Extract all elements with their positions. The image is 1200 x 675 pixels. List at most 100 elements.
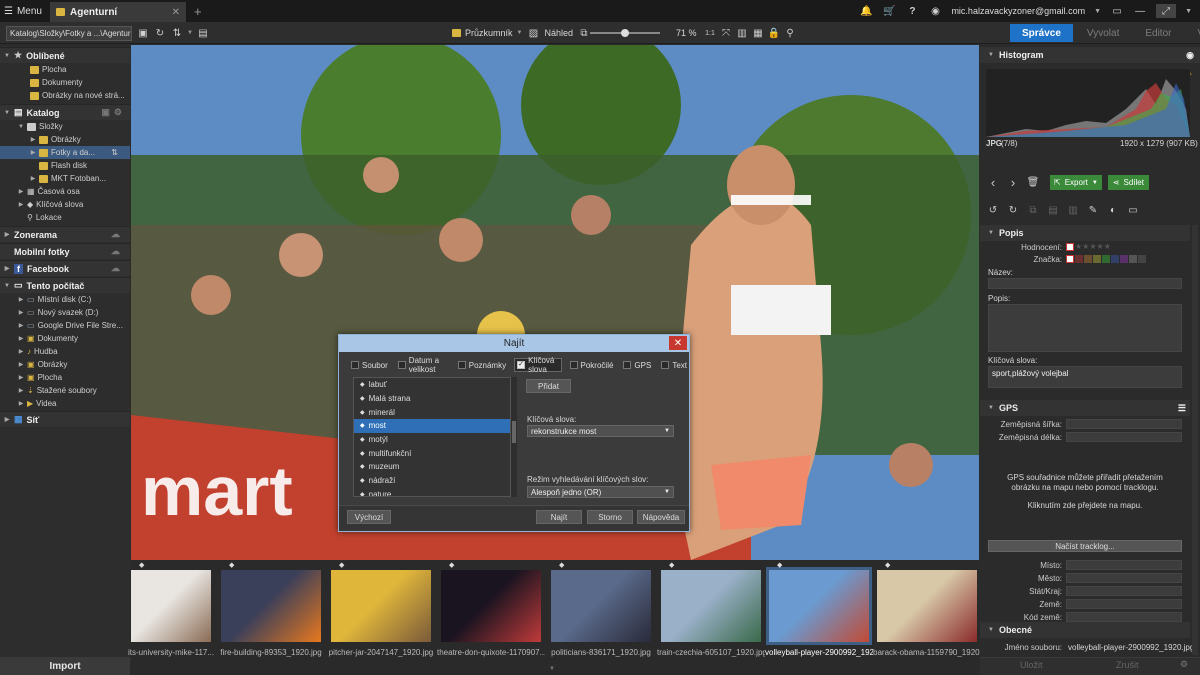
expand-icon[interactable]: ▶ — [18, 201, 24, 208]
pc-item[interactable]: ▶ ▶ Videa — [0, 397, 130, 410]
keyword-item[interactable]: ◆ multifunkční — [354, 446, 510, 460]
copy-icon[interactable]: ⧉ — [1026, 203, 1040, 217]
person-search-icon[interactable]: ⚲ — [783, 26, 797, 40]
place-field[interactable] — [1066, 586, 1182, 596]
star-icon[interactable]: ★★★★★ — [1075, 242, 1111, 251]
longitude-field[interactable] — [1066, 432, 1182, 442]
fit-icon[interactable]: ⤧ — [719, 26, 733, 40]
expand-icon[interactable]: ▶ — [30, 175, 36, 182]
collapse-icon[interactable]: ▼ — [18, 124, 24, 130]
previous-icon[interactable]: ‹ — [986, 175, 1000, 190]
zoom-slider-handle[interactable] — [621, 29, 629, 37]
expand-icon[interactable]: ▶ — [18, 309, 24, 316]
locations-item[interactable]: ⚲ Lokace — [0, 211, 130, 224]
keywords-field[interactable]: sport,plážový volejbal — [988, 366, 1182, 388]
keyword-item[interactable]: ◆ muzeum — [354, 460, 510, 474]
save-button[interactable]: Uložit — [1020, 660, 1043, 670]
expand-icon[interactable]: ▶ — [4, 265, 10, 272]
keyword-item[interactable]: ◆ Malá strana — [354, 392, 510, 406]
tab-checkbox[interactable] — [351, 361, 359, 369]
tab-checkbox[interactable] — [457, 361, 466, 369]
dialog-tab[interactable]: Poznámky — [456, 358, 508, 372]
collapse-icon[interactable]: ▼ — [4, 53, 10, 59]
refresh-icon[interactable]: ↻ — [153, 26, 167, 40]
filmstrip-thumb[interactable]: ◆ volleyball-player-2900992_192... — [765, 562, 873, 657]
gear-icon[interactable]: ⚙ — [1180, 659, 1188, 670]
gps-section[interactable]: ▼ GPS ☰ — [980, 400, 1190, 416]
share-button[interactable]: ⋖ Sdílet — [1107, 175, 1149, 190]
keyword-list-scroll-thumb[interactable] — [512, 421, 516, 443]
cancel-button[interactable]: Storno — [587, 510, 633, 524]
open-external-icon[interactable]: ⧉ — [577, 26, 591, 40]
mode-vytvorit[interactable]: Vytvořit — [1185, 24, 1200, 42]
folders-item[interactable]: ▼ Složky — [0, 120, 130, 133]
window-menu-icon[interactable]: ▼ — [1185, 8, 1192, 15]
favorite-item[interactable]: Dokumenty — [0, 76, 130, 89]
dialog-tab[interactable]: GPS — [621, 358, 653, 372]
fullscreen-icon[interactable]: ⤢ — [1156, 4, 1177, 18]
keyword-list-scrollbar[interactable] — [511, 377, 517, 497]
keywords-dropdown[interactable]: rekonstrukce most ▼ — [527, 425, 674, 437]
expand-icon[interactable]: ▶ — [30, 149, 36, 156]
keyword-item[interactable]: ◆ nádraží — [354, 474, 510, 488]
blue-swatch[interactable] — [1111, 255, 1119, 263]
place-field[interactable] — [1066, 573, 1182, 583]
zonerama-section[interactable]: ▶ Zonerama ☁ — [0, 226, 130, 242]
sort-chevron-icon[interactable]: ▼ — [187, 30, 193, 36]
favorite-item[interactable]: Obrázky na nové strá... — [0, 89, 130, 102]
menu-icon[interactable]: ☰ — [1178, 403, 1190, 414]
mode-dropdown[interactable]: Alespoň jedno (OR) ▼ — [527, 486, 674, 498]
default-button[interactable]: Výchozí — [347, 510, 391, 524]
catalog-folder-selected[interactable]: ▶ Fotky a da... ⇅ — [0, 146, 130, 159]
orange-swatch[interactable] — [1084, 255, 1092, 263]
histogram-mode-icon[interactable]: ◉ — [1186, 50, 1200, 61]
pc-item[interactable]: ▶ ♪ Hudba — [0, 345, 130, 358]
grid-icon[interactable]: ▦ — [751, 26, 765, 40]
filmstrip-thumb[interactable]: ◆ its-university-mike-117... — [128, 562, 214, 657]
cart-icon[interactable]: 🛒 — [882, 4, 896, 18]
expand-icon[interactable]: ▶ — [18, 387, 24, 394]
gear-icon[interactable]: ⚙ — [114, 107, 130, 118]
account-email[interactable]: mic.halzavackyzoner@gmail.com — [951, 6, 1085, 16]
expand-icon[interactable]: ▶ — [18, 322, 24, 329]
latitude-field[interactable] — [1066, 419, 1182, 429]
no-color-swatch[interactable] — [1066, 255, 1074, 263]
yellow-swatch[interactable] — [1093, 255, 1101, 263]
place-field[interactable] — [1066, 560, 1182, 570]
keyword-item[interactable]: ◆ minerál — [354, 405, 510, 419]
green-swatch[interactable] — [1102, 255, 1110, 263]
no-rating-icon[interactable] — [1066, 242, 1074, 251]
tab-agenturni[interactable]: Agenturní ✕ — [49, 2, 186, 22]
keyword-item[interactable]: ◆ nature — [354, 488, 510, 496]
folder-nav-icon[interactable]: ▣ — [136, 26, 150, 40]
filmstrip-thumb[interactable]: ◆ train-czechia-605107_1920.jpg — [657, 562, 765, 657]
dialog-tab[interactable]: ✓ Klíčová slova — [514, 356, 562, 374]
sync-icon[interactable]: ⇅ — [111, 148, 130, 157]
mode-editor[interactable]: Editor — [1133, 24, 1183, 42]
actual-size-icon[interactable]: 1:1 — [703, 26, 717, 40]
mobile-section[interactable]: Mobilní fotky ☁ — [0, 243, 130, 259]
pc-item[interactable]: ▶ ⇣ Stažené soubory — [0, 384, 130, 397]
network-section[interactable]: ▶ ▦ Síť — [0, 411, 130, 427]
paste-icon[interactable]: ▤ — [1046, 203, 1060, 217]
find-button[interactable]: Najít — [536, 510, 582, 524]
dialog-tab[interactable]: Soubor — [349, 358, 390, 372]
mode-vyvolat[interactable]: Vyvolat — [1075, 24, 1131, 42]
dialog-tab[interactable]: Datum a velikost — [396, 356, 450, 374]
panel-scrollbar[interactable] — [1192, 225, 1198, 655]
general-section[interactable]: ▼ Obecné — [980, 622, 1190, 638]
chevron-down-icon[interactable]: ▼ — [1094, 8, 1101, 15]
dark-swatch[interactable] — [1138, 255, 1146, 263]
pc-section[interactable]: ▼ ▭ Tento počítač — [0, 277, 130, 293]
minimize-icon[interactable]: — — [1133, 4, 1147, 18]
color-labels[interactable] — [1066, 255, 1147, 265]
purple-swatch[interactable] — [1120, 255, 1128, 263]
collapse-icon[interactable]: ▼ — [988, 52, 994, 58]
add-folder-icon[interactable]: ▣ — [101, 107, 110, 118]
add-tab-button[interactable]: + — [194, 4, 202, 19]
dialog-tab[interactable]: Text — [659, 358, 689, 372]
timeline-item[interactable]: ▶ ▦ Časová osa — [0, 185, 130, 198]
keyword-list[interactable]: ◆ labuť ◆ Malá strana ◆ minerál ◆ most ◆ motýl ◆ mu… — [353, 377, 511, 497]
description-section[interactable]: ▼ Popis — [980, 225, 1190, 241]
expand-icon[interactable]: ▶ — [4, 231, 10, 238]
